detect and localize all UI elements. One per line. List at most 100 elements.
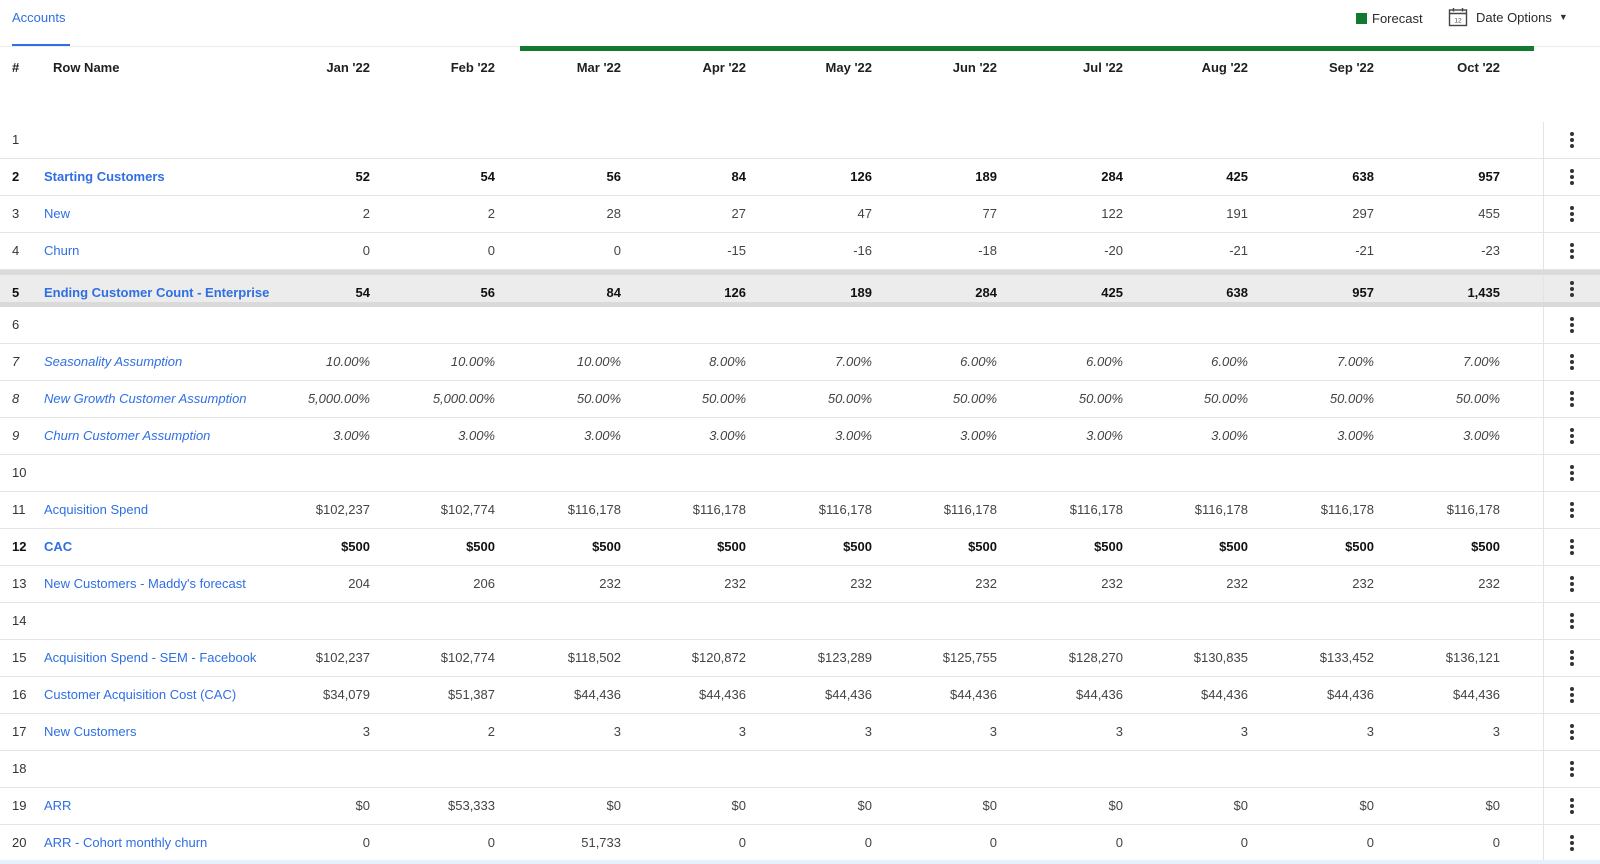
value-cell[interactable]: $116,178 (762, 502, 872, 517)
value-cell[interactable]: $0 (1264, 798, 1374, 813)
row-menu-button[interactable] (1543, 751, 1600, 787)
value-cell[interactable]: 54 (385, 169, 495, 184)
value-cell[interactable]: -18 (887, 243, 997, 258)
row-name-link[interactable]: Churn Customer Assumption (44, 428, 210, 443)
value-cell[interactable]: 56 (511, 169, 621, 184)
value-cell[interactable]: $44,436 (887, 687, 997, 702)
row-menu-button[interactable] (1543, 196, 1600, 232)
table-row[interactable]: 10 (0, 455, 1600, 492)
value-cell[interactable]: 455 (1390, 206, 1500, 221)
value-cell[interactable]: 3 (636, 724, 746, 739)
value-cell[interactable]: $0 (1390, 798, 1500, 813)
value-cell[interactable]: 7.00% (762, 354, 872, 369)
value-cell[interactable]: 50.00% (636, 391, 746, 406)
value-cell[interactable]: $133,452 (1264, 650, 1374, 665)
value-cell[interactable]: $136,121 (1390, 650, 1500, 665)
value-cell[interactable]: 7.00% (1264, 354, 1374, 369)
value-cell[interactable]: 50.00% (887, 391, 997, 406)
value-cell[interactable]: $0 (260, 798, 370, 813)
header-month[interactable]: Jan '22 (270, 60, 370, 75)
value-cell[interactable]: $44,436 (1264, 687, 1374, 702)
value-cell[interactable]: 425 (1013, 285, 1123, 300)
row-name-link[interactable]: Customer Acquisition Cost (CAC) (44, 687, 236, 702)
row-name-link[interactable]: New Customers - Maddy's forecast (44, 576, 246, 591)
value-cell[interactable]: $125,755 (887, 650, 997, 665)
table-row[interactable]: 7 Seasonality Assumption 10.00% 10.00% 10.00… (0, 344, 1600, 381)
row-name-link[interactable]: New (44, 206, 70, 221)
value-cell[interactable]: 3 (762, 724, 872, 739)
value-cell[interactable]: 0 (511, 243, 621, 258)
table-row[interactable]: 13 New Customers - Maddy's forecast 204 206… (0, 566, 1600, 603)
value-cell[interactable]: 232 (887, 576, 997, 591)
value-cell[interactable]: 10.00% (511, 354, 621, 369)
value-cell[interactable]: 2 (385, 206, 495, 221)
row-menu-button[interactable] (1543, 640, 1600, 676)
table-row[interactable]: 17 New Customers 3 2 3 3 3 3 3 3 3 3 (0, 714, 1600, 751)
value-cell[interactable]: $102,237 (260, 650, 370, 665)
value-cell[interactable]: 5,000.00% (260, 391, 370, 406)
table-row[interactable]: 8 New Growth Customer Assumption 5,000.00%… (0, 381, 1600, 418)
row-name-link[interactable]: Churn (44, 243, 79, 258)
value-cell[interactable]: $44,436 (1390, 687, 1500, 702)
value-cell[interactable]: $0 (511, 798, 621, 813)
table-row[interactable]: 14 (0, 603, 1600, 640)
value-cell[interactable]: 52 (260, 169, 370, 184)
table-row[interactable]: 12 CAC $500 $500 $500 $500 $500 $500 $500 $500 $50… (0, 529, 1600, 566)
value-cell[interactable]: 3.00% (1013, 428, 1123, 443)
value-cell[interactable]: $0 (887, 798, 997, 813)
value-cell[interactable]: $0 (1138, 798, 1248, 813)
value-cell[interactable]: 3.00% (260, 428, 370, 443)
value-cell[interactable]: $500 (385, 539, 495, 554)
value-cell[interactable]: 3 (1013, 724, 1123, 739)
value-cell[interactable]: 3.00% (1390, 428, 1500, 443)
row-menu-button[interactable] (1543, 677, 1600, 713)
value-cell[interactable]: 51,733 (511, 835, 621, 850)
row-menu-button[interactable] (1543, 122, 1600, 158)
value-cell[interactable]: 1,435 (1390, 285, 1500, 300)
value-cell[interactable]: 50.00% (1013, 391, 1123, 406)
table-row[interactable]: 4 Churn 0 0 0 -15 -16 -18 -20 -21 -21 -23 (0, 233, 1600, 270)
value-cell[interactable]: $116,178 (1013, 502, 1123, 517)
value-cell[interactable]: $116,178 (511, 502, 621, 517)
value-cell[interactable]: $102,237 (260, 502, 370, 517)
header-month[interactable]: Feb '22 (395, 60, 495, 75)
value-cell[interactable]: 122 (1013, 206, 1123, 221)
value-cell[interactable]: 232 (762, 576, 872, 591)
date-options-dropdown[interactable]: 12 Date Options ▼ (1448, 7, 1568, 27)
table-row[interactable]: 9 Churn Customer Assumption 3.00% 3.00% 3.00… (0, 418, 1600, 455)
value-cell[interactable]: 3 (260, 724, 370, 739)
value-cell[interactable]: $51,387 (385, 687, 495, 702)
value-cell[interactable]: $500 (1013, 539, 1123, 554)
row-name-link[interactable]: Acquisition Spend (44, 502, 148, 517)
value-cell[interactable]: 0 (1264, 835, 1374, 850)
value-cell[interactable]: 3.00% (887, 428, 997, 443)
value-cell[interactable]: 3.00% (511, 428, 621, 443)
value-cell[interactable]: 638 (1138, 285, 1248, 300)
value-cell[interactable]: $500 (511, 539, 621, 554)
value-cell[interactable]: 3.00% (385, 428, 495, 443)
value-cell[interactable]: $500 (1390, 539, 1500, 554)
value-cell[interactable]: $44,436 (511, 687, 621, 702)
value-cell[interactable]: 6.00% (1013, 354, 1123, 369)
value-cell[interactable]: 232 (1013, 576, 1123, 591)
value-cell[interactable]: 50.00% (1264, 391, 1374, 406)
value-cell[interactable]: 0 (1138, 835, 1248, 850)
value-cell[interactable]: 2 (385, 724, 495, 739)
row-menu-button[interactable] (1543, 233, 1600, 269)
value-cell[interactable]: 126 (762, 169, 872, 184)
value-cell[interactable]: 425 (1138, 169, 1248, 184)
row-name-link[interactable]: Acquisition Spend - SEM - Facebook (44, 650, 256, 665)
value-cell[interactable]: 8.00% (636, 354, 746, 369)
row-name-link[interactable]: ARR (44, 798, 71, 813)
value-cell[interactable]: $116,178 (1390, 502, 1500, 517)
value-cell[interactable]: $500 (887, 539, 997, 554)
value-cell[interactable]: 5,000.00% (385, 391, 495, 406)
table-row[interactable]: 6 (0, 307, 1600, 344)
value-cell[interactable]: 204 (260, 576, 370, 591)
row-name-link[interactable]: New Growth Customer Assumption (44, 391, 247, 406)
value-cell[interactable]: $123,289 (762, 650, 872, 665)
row-menu-button[interactable] (1543, 418, 1600, 454)
value-cell[interactable]: 297 (1264, 206, 1374, 221)
value-cell[interactable]: 0 (762, 835, 872, 850)
value-cell[interactable]: 3 (1264, 724, 1374, 739)
